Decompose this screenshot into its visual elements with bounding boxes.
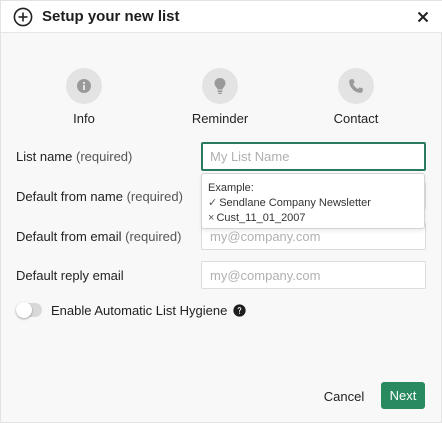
toggle-knob (16, 302, 32, 318)
step-info[interactable]: Info (29, 68, 139, 127)
dialog-header: Setup your new list (1, 1, 442, 33)
reply-email-label-text: Default reply email (16, 268, 124, 283)
list-name-label: List name (required) (16, 149, 132, 165)
step-reminder[interactable]: Reminder (165, 68, 275, 127)
from-email-label: Default from email (required) (16, 229, 181, 245)
list-hygiene-label: Enable Automatic List Hygiene (51, 302, 228, 318)
help-icon[interactable] (233, 303, 246, 317)
list-name-input[interactable] (201, 142, 426, 171)
required-note: (required) (125, 229, 182, 244)
tooltip-good-example: Sendlane Company Newsletter (219, 197, 371, 209)
list-hygiene-row: Enable Automatic List Hygiene (16, 301, 246, 319)
step-label: Contact (333, 111, 379, 126)
required-note: (required) (126, 189, 183, 204)
plus-circle-icon (13, 7, 33, 27)
step-label: Info (73, 111, 95, 126)
step-contact-circle (338, 68, 374, 104)
next-button[interactable]: Next (381, 382, 425, 409)
cross-icon: × (208, 212, 215, 224)
tooltip-bad-example-row: × Cust_11_01_2007 (208, 211, 418, 226)
required-note: (required) (76, 149, 133, 164)
close-icon[interactable] (414, 8, 432, 26)
reply-email-input[interactable] (201, 261, 426, 289)
lightbulb-icon (214, 78, 226, 94)
reply-email-label: Default reply email (16, 268, 124, 284)
cancel-button[interactable]: Cancel (314, 384, 374, 408)
step-reminder-circle (202, 68, 238, 104)
list-hygiene-toggle[interactable] (16, 302, 42, 318)
tooltip-bad-example: Cust_11_01_2007 (216, 212, 306, 224)
from-email-label-text: Default from email (16, 229, 122, 244)
checkmark-icon: ✓ (208, 197, 218, 209)
list-name-label-text: List name (16, 149, 73, 164)
dialog-title: Setup your new list (42, 8, 180, 25)
tooltip-good-example-row: ✓ Sendlane Company Newsletter (208, 196, 418, 211)
phone-icon (349, 79, 363, 93)
list-name-example-tooltip: Example: ✓ Sendlane Company Newsletter × C… (201, 173, 425, 229)
step-info-circle (66, 68, 102, 104)
step-contact[interactable]: Contact (301, 68, 411, 127)
setup-list-dialog: Setup your new list Info Reminder Contac… (0, 0, 442, 423)
tooltip-heading: Example: (208, 182, 254, 194)
from-name-label-text: Default from name (16, 189, 123, 204)
step-label: Reminder (191, 111, 249, 126)
info-icon (77, 79, 91, 93)
from-name-label: Default from name (required) (16, 189, 183, 205)
